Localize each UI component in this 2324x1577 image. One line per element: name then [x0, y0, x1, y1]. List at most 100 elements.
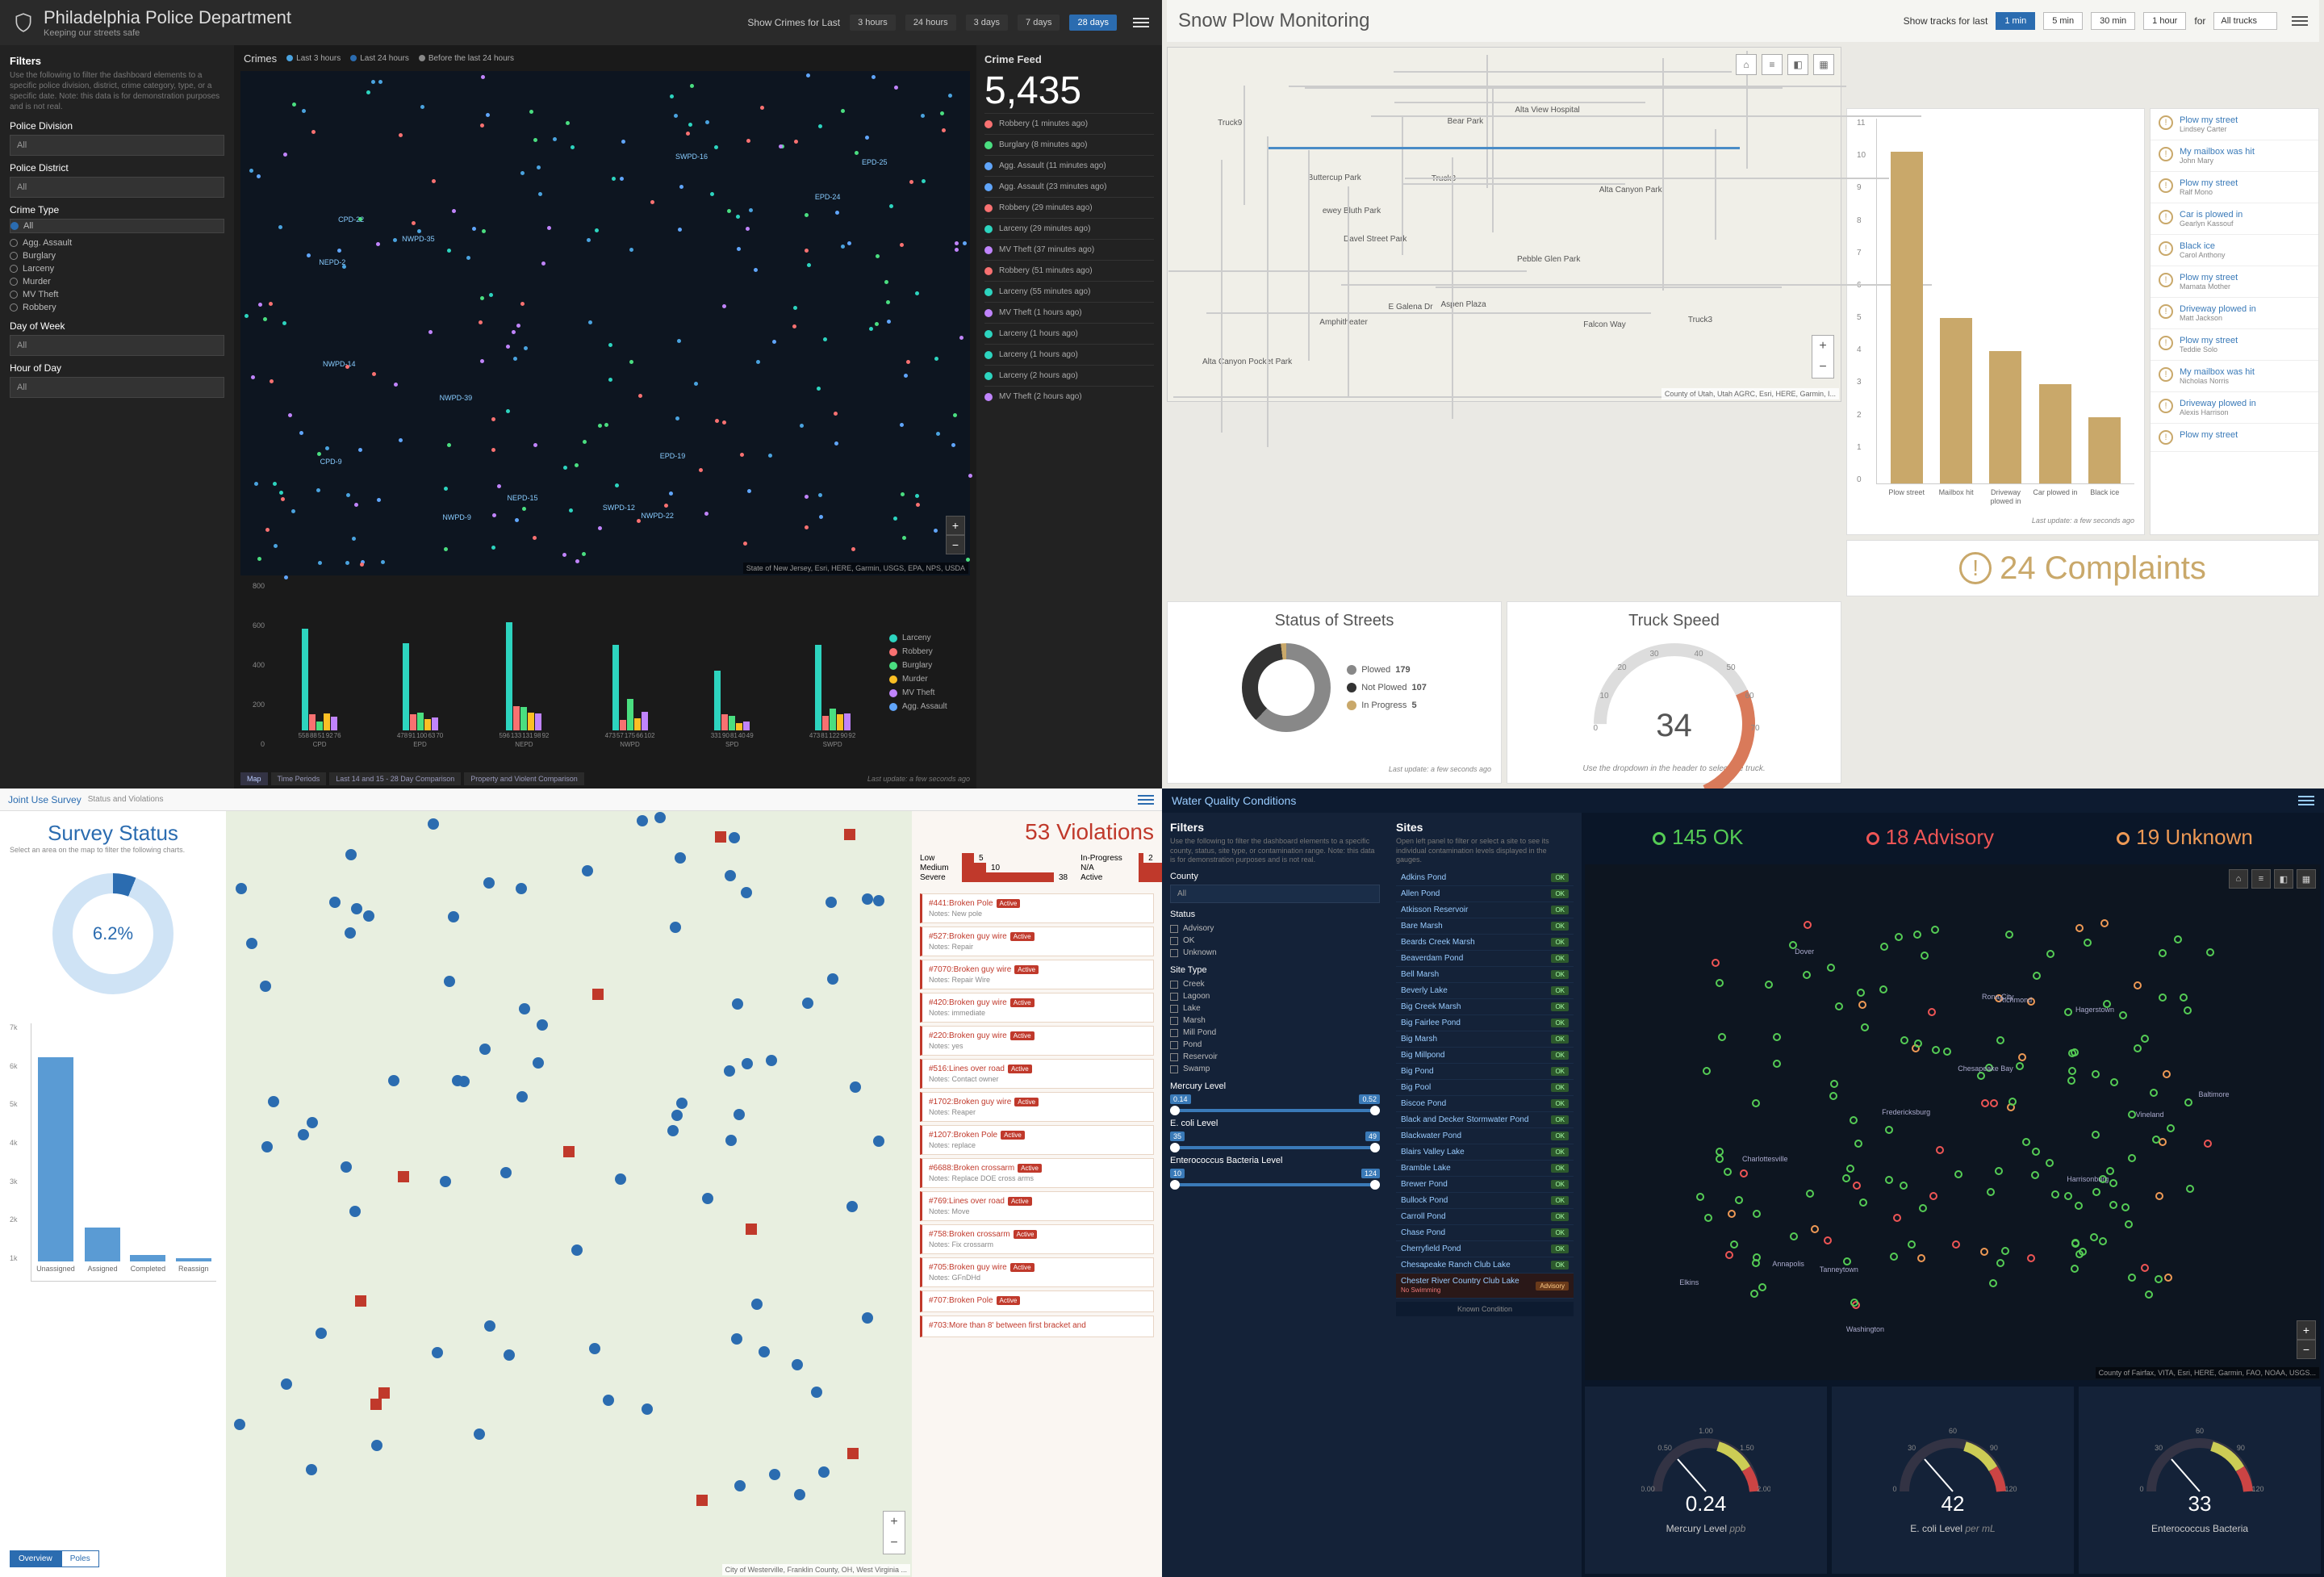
feed-item[interactable]: MV Theft (1 hours ago) [984, 302, 1154, 323]
entero-slider[interactable] [1170, 1183, 1380, 1186]
site-item[interactable]: Big Fairlee PondOK [1396, 1015, 1574, 1031]
site-item[interactable]: Big MillpondOK [1396, 1048, 1574, 1064]
type-checkbox[interactable]: Mill Pond [1170, 1027, 1380, 1039]
site-item[interactable]: Big PondOK [1396, 1064, 1574, 1080]
violation-item[interactable]: #705:Broken guy wireActiveNotes: GFnDHd [920, 1257, 1154, 1287]
crime-type-radio[interactable]: Murder [10, 275, 224, 288]
pill-5min[interactable]: 5 min [2043, 12, 2083, 30]
feed-item[interactable]: MV Theft (37 minutes ago) [984, 239, 1154, 260]
site-item[interactable]: Chesapeake Ranch Club LakeOK [1396, 1257, 1574, 1274]
tab-overview[interactable]: Overview [10, 1550, 61, 1567]
feed-item[interactable]: Larceny (2 hours ago) [984, 365, 1154, 386]
feed-item[interactable]: Robbery (1 minutes ago) [984, 113, 1154, 134]
layers-icon[interactable]: ◧ [2274, 869, 2293, 889]
tab-map[interactable]: Map [240, 772, 268, 785]
violation-item[interactable]: #527:Broken guy wireActiveNotes: Repair [920, 927, 1154, 956]
violation-item[interactable]: #1702:Broken guy wireActiveNotes: Reaper [920, 1092, 1154, 1122]
tab-poles[interactable]: Poles [61, 1550, 99, 1567]
feed-item[interactable]: Larceny (1 hours ago) [984, 344, 1154, 365]
feed-item[interactable]: Larceny (1 hours ago) [984, 323, 1154, 344]
feed-item[interactable]: Agg. Assault (23 minutes ago) [984, 176, 1154, 197]
violation-item[interactable]: #6688:Broken crossarmActiveNotes: Replac… [920, 1158, 1154, 1188]
feed-item[interactable]: Larceny (55 minutes ago) [984, 281, 1154, 302]
district-select[interactable]: All [10, 177, 224, 198]
feed-item[interactable]: Larceny (29 minutes ago) [984, 218, 1154, 239]
complaint-item[interactable]: !Plow my streetLindsey Carter [2151, 109, 2318, 140]
water-map[interactable]: BaltimoreWashingtonAnnapolisDoverVinelan… [1585, 864, 2321, 1380]
violation-item[interactable]: #7070:Broken guy wireActiveNotes: Repair… [920, 960, 1154, 989]
basemap-icon[interactable]: ▦ [1813, 54, 1834, 75]
site-item[interactable]: Brewer PondOK [1396, 1177, 1574, 1193]
complaint-item[interactable]: !Driveway plowed inAlexis Harrison [2151, 392, 2318, 424]
legend-icon[interactable]: ≡ [2251, 869, 2271, 889]
plow-map[interactable]: Truck3Truck8Truck9Pebble Glen ParkFalcon… [1167, 47, 1841, 402]
zoom-out-button[interactable]: − [946, 535, 965, 554]
site-item[interactable]: Big Creek MarshOK [1396, 999, 1574, 1015]
tab-compare1[interactable]: Last 14 and 15 - 28 Day Comparison [329, 772, 461, 785]
site-item[interactable]: Cherryfield PondOK [1396, 1241, 1574, 1257]
status-checkbox[interactable]: Unknown [1170, 947, 1380, 959]
pill-28d[interactable]: 28 days [1069, 15, 1117, 31]
zoom-in-button[interactable]: + [884, 1512, 905, 1533]
complaint-bar[interactable]: Driveway plowed in [1989, 351, 2021, 483]
crime-type-radio[interactable]: Burglary [10, 249, 224, 262]
violation-item[interactable]: #758:Broken crossarmActiveNotes: Fix cro… [920, 1224, 1154, 1254]
complaint-item[interactable]: !My mailbox was hitNicholas Norris [2151, 361, 2318, 392]
site-item[interactable]: Beverly LakeOK [1396, 983, 1574, 999]
ecoli-slider[interactable] [1170, 1146, 1380, 1149]
zoom-in-button[interactable]: + [946, 516, 965, 535]
violation-item[interactable]: #441:Broken PoleActiveNotes: New pole [920, 893, 1154, 923]
complaint-item[interactable]: !Driveway plowed inMatt Jackson [2151, 298, 2318, 329]
menu-icon[interactable] [2298, 796, 2314, 805]
violation-item[interactable]: #220:Broken guy wireActiveNotes: yes [920, 1026, 1154, 1056]
site-item[interactable]: Beaverdam PondOK [1396, 951, 1574, 967]
complaint-item[interactable]: !Car is plowed inGearlyn Kassouf [2151, 203, 2318, 235]
violation-item[interactable]: #703:More than 8' between first bracket … [920, 1316, 1154, 1337]
type-checkbox[interactable]: Pond [1170, 1039, 1380, 1051]
feed-item[interactable]: Burglary (8 minutes ago) [984, 134, 1154, 155]
pill-1hour[interactable]: 1 hour [2143, 12, 2186, 30]
menu-icon[interactable] [1133, 18, 1149, 27]
basemap-icon[interactable]: ▦ [2297, 869, 2316, 889]
type-checkbox[interactable]: Swamp [1170, 1063, 1380, 1075]
crime-type-radio[interactable]: Agg. Assault [10, 236, 224, 249]
feed-item[interactable]: Agg. Assault (11 minutes ago) [984, 155, 1154, 176]
crime-type-radio[interactable]: Larceny [10, 262, 224, 275]
site-item[interactable]: Bramble LakeOK [1396, 1161, 1574, 1177]
zoom-out-button[interactable]: − [1812, 357, 1833, 378]
site-item[interactable]: Chester River Country Club LakeNo Swimmi… [1396, 1274, 1574, 1299]
zoom-out-button[interactable]: − [884, 1533, 905, 1554]
pill-30min[interactable]: 30 min [2091, 12, 2135, 30]
pill-3d[interactable]: 3 days [966, 15, 1008, 31]
pill-24h[interactable]: 24 hours [905, 15, 956, 31]
legend-icon[interactable]: ≡ [1762, 54, 1783, 75]
crime-map[interactable]: NWPD-14NWPD-35NEPD-2NEPD-15NWPD-39NWPD-9… [240, 71, 970, 575]
hod-select[interactable]: All [10, 377, 224, 398]
tab-time[interactable]: Time Periods [271, 772, 327, 785]
complaint-item[interactable]: !Black iceCarol Anthony [2151, 235, 2318, 266]
complaint-item[interactable]: !Plow my streetMamata Mother [2151, 266, 2318, 298]
violation-item[interactable]: #516:Lines over roadActiveNotes: Contact… [920, 1059, 1154, 1089]
mercury-slider[interactable] [1170, 1109, 1380, 1112]
complaint-bar[interactable]: Car plowed in [2039, 384, 2071, 483]
pill-1min[interactable]: 1 min [1996, 12, 2035, 30]
pill-7d[interactable]: 7 days [1018, 15, 1060, 31]
type-checkbox[interactable]: Lagoon [1170, 990, 1380, 1002]
type-checkbox[interactable]: Creek [1170, 978, 1380, 990]
complaint-item[interactable]: !Plow my streetRalf Mono [2151, 172, 2318, 203]
pill-3h[interactable]: 3 hours [850, 15, 896, 31]
division-select[interactable]: All [10, 135, 224, 156]
tab-compare2[interactable]: Property and Violent Comparison [464, 772, 583, 785]
type-checkbox[interactable]: Lake [1170, 1002, 1380, 1014]
complaints-list[interactable]: !Plow my streetLindsey Carter !My mailbox… [2150, 108, 2319, 535]
county-select[interactable]: All [1170, 885, 1380, 903]
site-item[interactable]: Blairs Valley LakeOK [1396, 1144, 1574, 1161]
site-item[interactable]: Chase PondOK [1396, 1225, 1574, 1241]
violation-item[interactable]: #420:Broken guy wireActiveNotes: immedia… [920, 993, 1154, 1023]
site-item[interactable]: Allen PondOK [1396, 886, 1574, 902]
layers-icon[interactable]: ◧ [1787, 54, 1808, 75]
home-icon[interactable]: ⌂ [1736, 54, 1757, 75]
site-item[interactable]: Carroll PondOK [1396, 1209, 1574, 1225]
crime-type-radio[interactable]: Robbery [10, 301, 224, 314]
type-checkbox[interactable]: Reservoir [1170, 1051, 1380, 1063]
